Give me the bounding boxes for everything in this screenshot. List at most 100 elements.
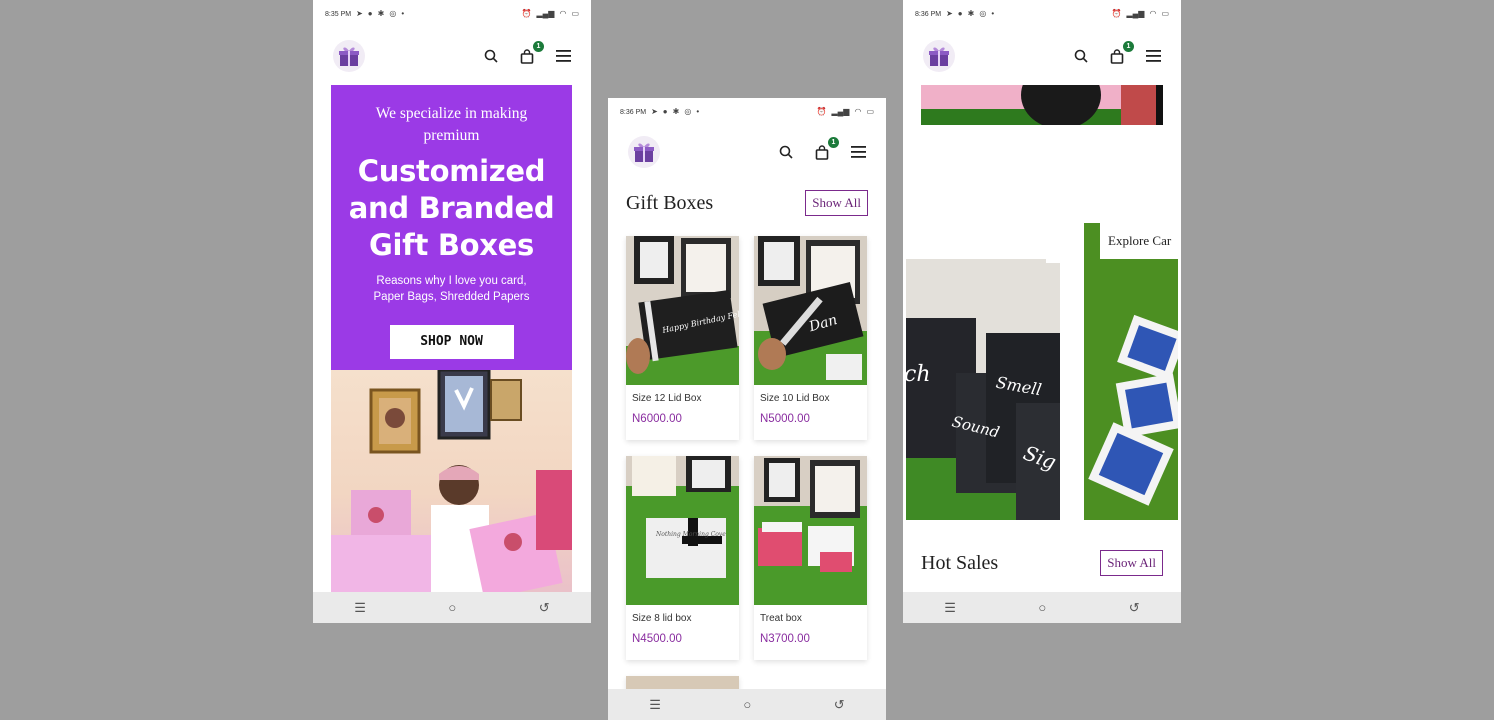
whatsapp-icon: ◎ [684,107,692,116]
show-all-button[interactable]: Show All [1100,550,1163,576]
menu-icon[interactable] [555,48,571,64]
bag-text: ch [906,362,931,387]
battery-icon: ▭ [866,107,874,116]
hero-subtitle-line: Reasons why I love you card, [376,275,527,287]
product-image[interactable]: Happy Birthday Felicity [626,236,739,385]
alarm-icon: ⏰ [521,9,532,18]
home-icon[interactable]: ○ [743,697,751,712]
product-image[interactable]: Dan [754,236,867,385]
site-header: 1 [313,28,591,84]
product-image[interactable] [754,456,867,605]
telegram-icon: ➤ [651,107,658,116]
product-price: N5000.00 [760,413,810,425]
site-header: 1 [903,28,1181,84]
cart-count-badge: 1 [1123,41,1134,52]
product-image-text: Nothing Morning Cove [655,531,726,538]
category-image-paper-bags[interactable]: ch Smell Sound Sig [906,223,1060,520]
product-grid: Happy Birthday Felicity Size 12 Lid Box … [626,236,868,716]
section-title: Hot Sales [921,551,999,574]
home-icon[interactable]: ○ [1038,600,1046,615]
product-name[interactable]: Size 12 Lid Box [632,393,739,404]
signal-icon: ▂▄▆ [1126,9,1145,18]
back-icon[interactable]: ↺ [834,697,845,713]
show-all-button[interactable]: Show All [805,190,868,216]
product-card[interactable]: Happy Birthday Felicity Size 12 Lid Box … [626,236,739,440]
wifi-icon: ◠ [1149,9,1157,18]
section-title: Gift Boxes [626,191,714,214]
system-nav-bar: ☰ ○ ↺ [903,592,1181,623]
android-icon: ✱ [377,9,385,18]
hero-subtitle: Reasons why I love you card, Paper Bags,… [331,274,572,305]
alarm-icon: ⏰ [816,107,827,116]
product-price: N6000.00 [632,413,682,425]
hero-title-line: Gift Boxes [369,228,534,262]
screen-categories: 8:36 PM ➤ ● ✱ ◎ • ⏰ ▂▄▆ ◠ ▭ 1 ch Smell S… [903,0,1181,623]
wifi-icon: ◠ [559,9,567,18]
more-dot-icon: • [401,9,405,18]
status-bar: 8:36 PM ➤ ● ✱ ◎ • ⏰ ▂▄▆ ◠ ▭ [608,98,886,126]
notification-icon: ● [367,9,373,18]
whatsapp-icon: ◎ [389,9,397,18]
hero-intro: We specialize in making premium [375,105,528,144]
product-card[interactable]: Treat box N3700.00 [754,456,867,660]
banner-image-partial [921,85,1163,125]
alarm-icon: ⏰ [1111,9,1122,18]
product-name[interactable]: Size 10 Lid Box [760,393,867,404]
search-icon[interactable] [1073,48,1089,64]
status-bar: 8:35 PM ➤ ● ✱ ◎ • ⏰ ▂▄▆ ◠ ▭ [313,0,591,28]
search-icon[interactable] [778,144,794,160]
hero-banner: We specialize in making premium Customiz… [331,85,572,370]
product-image[interactable]: Nothing Morning Cove [626,456,739,605]
status-time: 8:35 PM [325,10,352,18]
product-card[interactable]: Nothing Morning Cove Size 8 lid box N450… [626,456,739,660]
recent-apps-icon[interactable]: ☰ [354,600,366,616]
cart-count-badge: 1 [828,137,839,148]
more-dot-icon: • [696,107,700,116]
search-icon[interactable] [483,48,499,64]
status-time: 8:36 PM [915,10,942,18]
android-icon: ✱ [672,107,680,116]
shop-now-button[interactable]: SHOP NOW [389,325,514,359]
gift-logo-icon[interactable] [628,136,660,168]
notification-icon: ● [662,107,668,116]
product-card[interactable]: Dan Size 10 Lid Box N5000.00 [754,236,867,440]
product-name[interactable]: Size 8 lid box [632,613,739,624]
hero-photo [331,370,572,592]
notification-icon: ● [957,9,963,18]
system-nav-bar: ☰ ○ ↺ [608,689,886,720]
home-icon[interactable]: ○ [448,600,456,615]
hero-subtitle-line: Paper Bags, Shredded Papers [373,290,530,303]
cart-icon[interactable]: 1 [814,137,839,160]
status-bar: 8:36 PM ➤ ● ✱ ◎ • ⏰ ▂▄▆ ◠ ▭ [903,0,1181,28]
menu-icon[interactable] [1145,48,1161,64]
screen-gift-boxes: 8:36 PM ➤ ● ✱ ◎ • ⏰ ▂▄▆ ◠ ▭ 1 Gift Boxes… [608,98,886,720]
hero-title-line: and Branded [348,191,555,225]
explore-categories-label[interactable]: Explore Car [1100,223,1178,259]
cart-icon[interactable]: 1 [1109,41,1134,64]
status-time: 8:36 PM [620,108,647,116]
site-header: 1 [608,126,886,178]
gift-logo-icon[interactable] [923,40,955,72]
system-nav-bar: ☰ ○ ↺ [313,592,591,623]
battery-icon: ▭ [571,9,579,18]
back-icon[interactable]: ↺ [539,600,550,616]
battery-icon: ▭ [1161,9,1169,18]
back-icon[interactable]: ↺ [1129,600,1140,616]
wifi-icon: ◠ [854,107,862,116]
menu-icon[interactable] [850,144,866,160]
android-icon: ✱ [967,9,975,18]
cart-icon[interactable]: 1 [519,41,544,64]
recent-apps-icon[interactable]: ☰ [944,600,956,616]
category-image-cards[interactable]: Explore Car [1084,223,1178,520]
product-price: N4500.00 [632,633,682,645]
telegram-icon: ➤ [356,9,363,18]
screen-home: 8:35 PM ➤ ● ✱ ◎ • ⏰ ▂▄▆ ◠ ▭ 1 We special… [313,0,591,623]
section-header: Gift Boxes Show All [608,190,886,216]
recent-apps-icon[interactable]: ☰ [649,697,661,713]
gift-logo-icon[interactable] [333,40,365,72]
product-name[interactable]: Treat box [760,613,867,624]
cart-count-badge: 1 [533,41,544,52]
signal-icon: ▂▄▆ [536,9,555,18]
signal-icon: ▂▄▆ [831,107,850,116]
product-price: N3700.00 [760,633,810,645]
